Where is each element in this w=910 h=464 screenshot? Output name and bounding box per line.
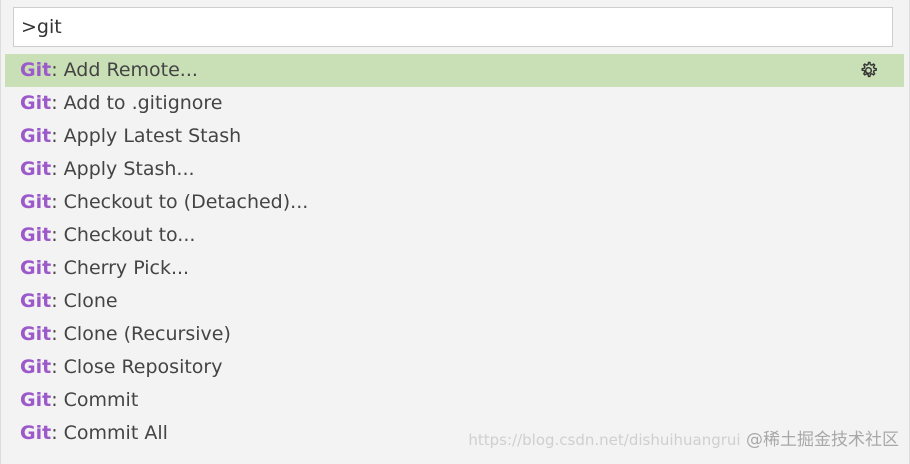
command-item-label: : Checkout to...: [51, 224, 196, 246]
command-list: Git: Add Remote... Git: Add to .gitignor…: [5, 54, 904, 450]
command-item-prefix: Git: [20, 59, 52, 81]
command-item-apply-stash[interactable]: Git: Apply Stash...: [5, 153, 904, 186]
command-item-add-to-gitignore[interactable]: Git: Add to .gitignore: [5, 87, 904, 120]
watermark: https://blog.csdn.net/dishuihuangrui @稀土…: [468, 425, 899, 450]
command-item-prefix: Git: [20, 290, 52, 312]
command-item-commit[interactable]: Git: Commit: [5, 384, 904, 417]
command-item-clone[interactable]: Git: Clone: [5, 285, 904, 318]
command-item-clone-recursive[interactable]: Git: Clone (Recursive): [5, 318, 904, 351]
command-item-prefix: Git: [20, 323, 52, 345]
command-item-label: : Commit: [51, 389, 139, 411]
command-item-close-repository[interactable]: Git: Close Repository: [5, 351, 904, 384]
command-item-label: : Cherry Pick...: [51, 257, 190, 279]
command-input-box[interactable]: [13, 7, 893, 47]
command-item-prefix: Git: [20, 422, 52, 444]
command-item-label: : Clone: [51, 290, 118, 312]
command-item-label: : Add Remote...: [51, 59, 198, 81]
command-item-prefix: Git: [20, 224, 52, 246]
command-item-label: : Commit All: [51, 422, 168, 444]
command-item-cherry-pick[interactable]: Git: Cherry Pick...: [5, 252, 904, 285]
watermark-url: https://blog.csdn.net/dishuihuangrui: [468, 431, 741, 449]
command-input[interactable]: [14, 8, 892, 46]
command-item-checkout-to[interactable]: Git: Checkout to...: [5, 219, 904, 252]
command-item-apply-latest-stash[interactable]: Git: Apply Latest Stash: [5, 120, 904, 153]
command-item-label: : Close Repository: [51, 356, 223, 378]
command-item-label: : Apply Stash...: [51, 158, 195, 180]
command-item-add-remote[interactable]: Git: Add Remote...: [5, 54, 904, 87]
command-item-checkout-detached[interactable]: Git: Checkout to (Detached)...: [5, 186, 904, 219]
command-item-prefix: Git: [20, 389, 52, 411]
command-item-prefix: Git: [20, 92, 52, 114]
command-item-label: : Checkout to (Detached)...: [51, 191, 309, 213]
command-item-prefix: Git: [20, 257, 52, 279]
command-item-prefix: Git: [20, 158, 52, 180]
command-item-label: : Add to .gitignore: [51, 92, 223, 114]
command-item-label: : Clone (Recursive): [51, 323, 231, 345]
watermark-text: @稀土掘金技术社区: [746, 430, 899, 450]
command-item-prefix: Git: [20, 125, 52, 147]
command-item-prefix: Git: [20, 356, 52, 378]
command-item-label: : Apply Latest Stash: [51, 125, 242, 147]
gear-icon[interactable]: [858, 60, 879, 81]
command-palette: Git: Add Remote... Git: Add to .gitignor…: [0, 0, 910, 464]
command-item-prefix: Git: [20, 191, 52, 213]
